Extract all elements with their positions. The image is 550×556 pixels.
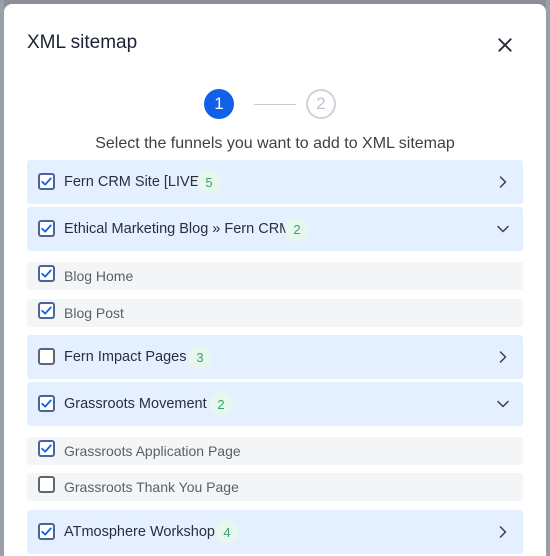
funnel-row-fern-impact-pages[interactable]: Fern Impact Pages 3	[27, 335, 523, 379]
page-count-badge: 3	[188, 345, 212, 369]
page-count-badge: 5	[197, 170, 221, 194]
page-checkbox[interactable]	[38, 476, 55, 493]
page-label: Grassroots Thank You Page	[64, 479, 239, 495]
funnel-checkbox[interactable]	[38, 220, 55, 237]
stepper: 1 2	[204, 89, 344, 119]
funnel-label: Fern Impact Pages	[64, 349, 187, 365]
page-label: Blog Post	[64, 305, 124, 321]
funnel-label: Fern CRM Site [LIVE]	[64, 174, 204, 190]
page-checkbox[interactable]	[38, 440, 55, 457]
checkbox-checked-icon	[41, 224, 52, 233]
funnel-row-fern-crm-site[interactable]: Fern CRM Site [LIVE] 5	[27, 160, 523, 204]
page-label: Grassroots Application Page	[64, 443, 241, 459]
funnel-row-atmosphere-workshop[interactable]: ATmosphere Workshop 4	[27, 510, 523, 554]
checkbox-checked-icon	[41, 269, 52, 278]
chevron-right-icon	[499, 176, 507, 188]
close-icon[interactable]	[496, 36, 514, 54]
page-row-grassroots-thank-you[interactable]: Grassroots Thank You Page	[27, 473, 523, 501]
modal-title: XML sitemap	[27, 32, 138, 53]
chevron-right-icon[interactable]	[495, 524, 511, 540]
page-count-badge: 2	[285, 217, 309, 241]
checkbox-checked-icon	[41, 527, 52, 536]
funnel-row-ethical-marketing-blog[interactable]: Ethical Marketing Blog » Fern CRM 2	[27, 207, 523, 251]
step-2-indicator: 2	[306, 89, 336, 119]
page-row-blog-post[interactable]: Blog Post	[27, 299, 523, 327]
page-count-badge: 4	[215, 520, 239, 544]
chevron-down-icon	[497, 400, 509, 408]
funnel-label: ATmosphere Workshop	[64, 524, 215, 540]
funnel-checkbox[interactable]	[38, 395, 55, 412]
page-row-grassroots-application[interactable]: Grassroots Application Page	[27, 437, 523, 465]
page-label: Blog Home	[64, 268, 134, 284]
chevron-right-icon	[499, 351, 507, 363]
chevron-right-icon	[499, 526, 507, 538]
page-count-badge: 2	[209, 392, 233, 416]
modal-subtitle: Select the funnels you want to add to XM…	[95, 135, 455, 152]
funnel-checkbox[interactable]	[38, 348, 55, 365]
chevron-down-icon	[497, 225, 509, 233]
page-checkbox[interactable]	[38, 265, 55, 282]
funnel-label: Ethical Marketing Blog » Fern CRM	[64, 221, 292, 237]
funnel-checkbox[interactable]	[38, 173, 55, 190]
funnel-checkbox[interactable]	[38, 523, 55, 540]
page-checkbox[interactable]	[38, 302, 55, 319]
chevron-right-icon[interactable]	[495, 174, 511, 190]
chevron-down-icon[interactable]	[495, 221, 511, 237]
funnel-label: Grassroots Movement	[64, 396, 207, 412]
checkbox-checked-icon	[41, 177, 52, 186]
step-1-indicator: 1	[204, 89, 234, 119]
chevron-right-icon[interactable]	[495, 349, 511, 365]
checkbox-checked-icon	[41, 444, 52, 453]
checkbox-checked-icon	[41, 399, 52, 408]
xml-sitemap-modal: XML sitemap 1 2 Select the funnels you w…	[4, 4, 546, 556]
step-connector	[254, 104, 296, 105]
chevron-down-icon[interactable]	[495, 396, 511, 412]
page-row-blog-home[interactable]: Blog Home	[27, 262, 523, 290]
backdrop-right	[546, 0, 550, 556]
checkbox-checked-icon	[41, 306, 52, 315]
funnel-row-grassroots-movement[interactable]: Grassroots Movement 2	[27, 382, 523, 426]
